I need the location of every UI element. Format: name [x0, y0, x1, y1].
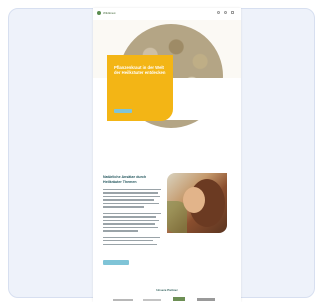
- search-icon[interactable]: [217, 11, 220, 14]
- section-body-text: [103, 189, 161, 247]
- hero-section: Pflanzenkraut in der Welt der Heilkräute…: [93, 20, 241, 128]
- webpage-preview[interactable]: Wildkraut Pflanzenkraut in der Welt der …: [93, 8, 241, 302]
- brand-name[interactable]: Wildkraut: [103, 10, 116, 16]
- hero-title: Pflanzenkraut in der Welt der Heilkräute…: [114, 65, 166, 76]
- partner-logo[interactable]: [113, 299, 133, 301]
- logo-icon: [97, 11, 101, 15]
- hero-cta-button[interactable]: [114, 109, 132, 113]
- section-title: Natürliche Ansätze durch Heilkräuter The…: [103, 175, 147, 184]
- partner-logo[interactable]: [173, 297, 185, 301]
- partner-logo[interactable]: [197, 298, 215, 301]
- top-navigation-bar: Wildkraut: [93, 8, 241, 20]
- partner-logo[interactable]: [143, 299, 161, 301]
- woman-photo: [167, 173, 227, 233]
- partners-title: Unsere Partner: [156, 288, 178, 292]
- user-icon[interactable]: [224, 11, 227, 14]
- menu-icon[interactable]: [231, 11, 234, 14]
- hero-text-box: Pflanzenkraut in der Welt der Heilkräute…: [107, 55, 173, 121]
- photo-face: [183, 187, 205, 213]
- section-cta-button[interactable]: [103, 260, 129, 265]
